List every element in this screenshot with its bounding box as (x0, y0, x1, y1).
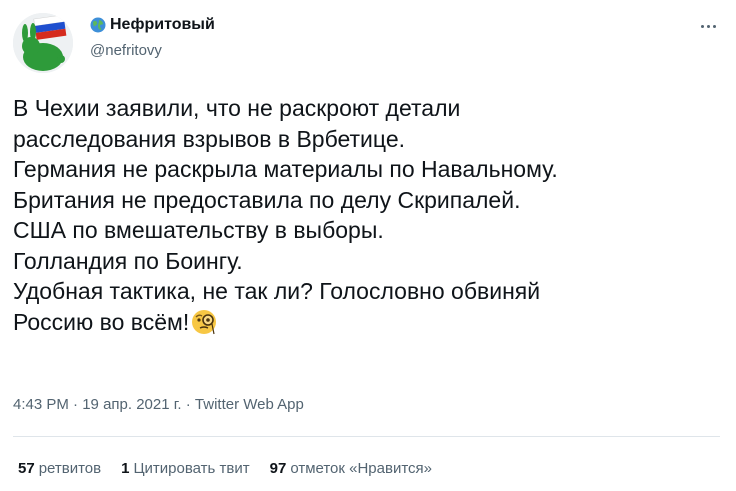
quotes-count: 1 (121, 460, 130, 477)
tweet-line: Удобная тактика, не так ли? Голословно о… (13, 278, 541, 304)
likes-count: 97 (269, 460, 287, 477)
tweet-line: Голландия по Боингу. (13, 247, 243, 274)
likes-stat[interactable]: 97 отметок «Нравится» (270, 460, 432, 477)
tweet-line: В Чехии заявили, что не раскроют детали (13, 95, 461, 121)
retweets-count: 57 (18, 460, 35, 477)
meta-separator: · (181, 396, 195, 413)
tweet-line: Британия не предоставила по делу Скрипал… (13, 186, 521, 213)
author-display-name: Нефритовый (110, 16, 215, 33)
more-dot-icon (700, 24, 704, 28)
tweet-line: Россию во всём! (13, 308, 190, 335)
more-options-button[interactable] (696, 16, 720, 36)
tweet-meta: 4:43 PM · 19 апр. 2021 г. · Twitter Web … (13, 396, 304, 413)
monocle-face-icon (192, 309, 217, 334)
retweets-stat[interactable]: 57 ретвитов (18, 460, 101, 477)
globe-icon (90, 17, 106, 33)
quotes-stat[interactable]: 1 Цитировать твит (121, 460, 250, 477)
tweet-text: В Чехии заявили, что не раскроют детали … (13, 93, 723, 337)
tweet-time[interactable]: 4:43 PM (13, 396, 69, 413)
meta-separator: · (68, 396, 83, 413)
author-name-row[interactable]: Нефритовый (90, 16, 215, 34)
quotes-label: Цитировать твит (133, 460, 250, 477)
rabbit-flag-avatar (13, 13, 73, 73)
tweet-line: Германия не раскрыла материалы по Наваль… (13, 156, 558, 182)
tweet-last-line: Россию во всём! (13, 307, 723, 338)
more-dot-icon (712, 24, 716, 28)
author-handle[interactable]: @nefritovy (90, 42, 162, 59)
tweet-line: США по вмешательству в выборы. (13, 217, 384, 243)
retweets-label: ретвитов (38, 460, 102, 477)
divider (13, 436, 720, 437)
tweet-source[interactable]: Twitter Web App (195, 396, 304, 413)
tweet-stats: 57 ретвитов 1 Цитировать твит 97 отметок «Н… (18, 460, 432, 477)
tweet-line: расследования взрывов в Врбетице. (13, 125, 405, 152)
tweet-date[interactable]: 19 апр. 2021 г. (82, 396, 181, 413)
avatar[interactable] (13, 13, 73, 73)
more-dot-icon (706, 24, 710, 28)
likes-label: отметок «Нравится» (290, 460, 432, 477)
